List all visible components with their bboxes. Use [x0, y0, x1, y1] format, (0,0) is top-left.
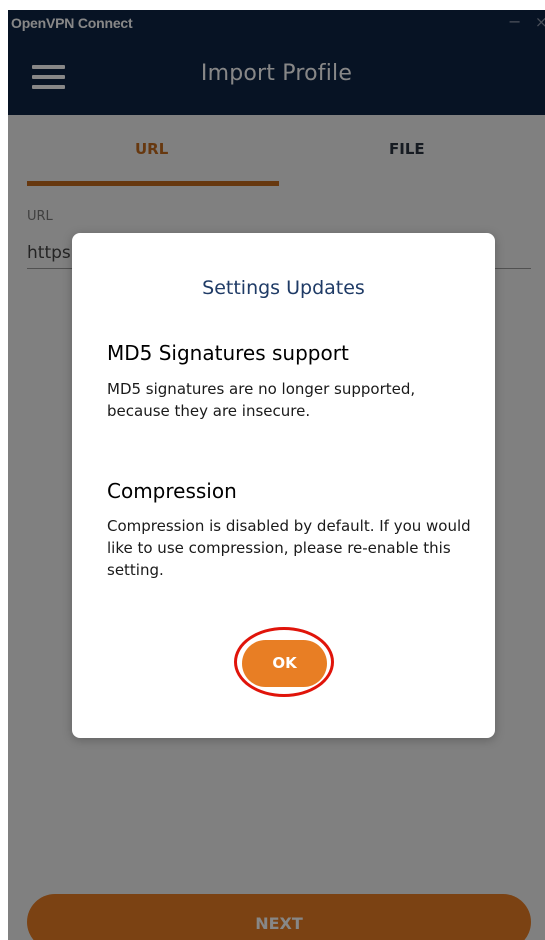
compression-section-body: Compression is disabled by default. If y…	[107, 517, 471, 579]
settings-updates-dialog: Settings Updates MD5 Signatures support …	[72, 233, 495, 738]
ok-button[interactable]: OK	[242, 640, 327, 687]
dialog-title: Settings Updates	[202, 277, 365, 299]
md5-section-body: MD5 signatures are no longer supported, …	[107, 380, 416, 420]
md5-section-heading: MD5 Signatures support	[107, 341, 349, 365]
compression-section-heading: Compression	[107, 479, 237, 503]
app-window: OpenVPN Connect − × Import Profile URL F…	[8, 10, 545, 940]
